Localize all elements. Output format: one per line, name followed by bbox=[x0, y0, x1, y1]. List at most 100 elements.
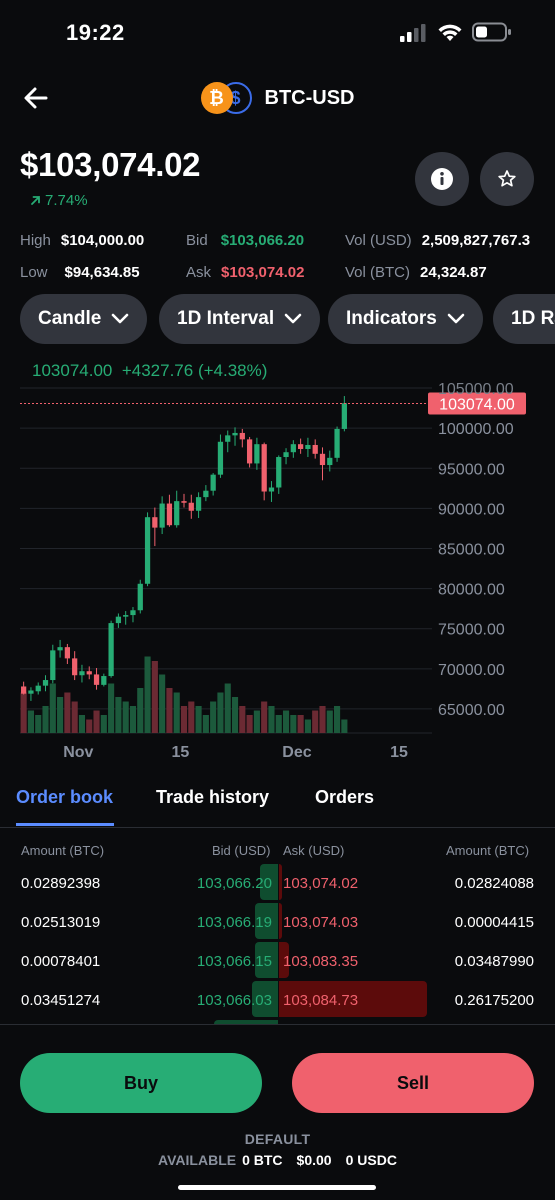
y-tick-label: 80000.00 bbox=[438, 582, 505, 599]
available-label: AVAILABLE bbox=[158, 1152, 237, 1168]
volume-bar bbox=[231, 697, 239, 733]
pair-title: ₿ $ BTC-USD bbox=[0, 82, 555, 114]
favorite-button[interactable] bbox=[480, 152, 534, 206]
candle-body bbox=[305, 444, 311, 449]
chip-indicators[interactable]: Indicators bbox=[328, 294, 483, 344]
order-row[interactable]: 0.02892398 103,066.20 103,074.02 0.02824… bbox=[0, 864, 555, 903]
stat-bid: Bid $103,066.20 bbox=[186, 232, 305, 249]
status-time: 19:22 bbox=[66, 20, 125, 45]
ask-price: 103,084.73 bbox=[283, 992, 359, 1009]
bid-price: 103,066.03 bbox=[196, 992, 272, 1009]
volume-bar bbox=[93, 710, 100, 733]
candle-body bbox=[159, 503, 165, 528]
order-row[interactable]: 0.03451274 103,066.03 103,084.73 0.26175… bbox=[0, 981, 555, 1020]
candle-body bbox=[137, 583, 143, 611]
price-chart[interactable]: 103074.00105000.00 100000.00 95000.00 90000… bbox=[0, 370, 555, 770]
volume-bar bbox=[35, 715, 42, 733]
tab-trade-history[interactable]: Trade history bbox=[156, 787, 269, 808]
info-button[interactable] bbox=[415, 152, 469, 206]
stat-vol-usd: Vol (USD) 2,509,827,767.3 bbox=[345, 232, 531, 249]
candle-body bbox=[64, 647, 71, 659]
candle-body bbox=[246, 439, 253, 464]
ask-amount: 0.00004415 bbox=[454, 914, 534, 931]
volume-bar bbox=[159, 674, 166, 733]
header-bid: Bid (USD) bbox=[212, 843, 271, 858]
bid-amount: 0.02892398 bbox=[21, 875, 101, 892]
stat-high: High $104,000.00 bbox=[20, 232, 145, 249]
pair-name: BTC-USD bbox=[264, 86, 355, 109]
ask-amount: 0.26175200 bbox=[454, 992, 534, 1009]
info-icon bbox=[431, 168, 453, 190]
header-amount-bid: Amount (BTC) bbox=[21, 843, 105, 858]
candle-body bbox=[225, 435, 231, 442]
y-tick-label: 85000.00 bbox=[438, 541, 505, 558]
candle-body bbox=[181, 501, 187, 503]
current-price: $103,074.02 bbox=[20, 146, 201, 183]
tab-orders[interactable]: Orders bbox=[315, 787, 374, 808]
volume-bar bbox=[188, 701, 195, 733]
header-ask: Ask (USD) bbox=[283, 843, 345, 858]
candle-body bbox=[21, 686, 27, 694]
volume-bar bbox=[115, 697, 122, 733]
x-tick-label: 15 bbox=[390, 744, 408, 761]
candle-body bbox=[93, 674, 100, 685]
balance-usd: $0.00 bbox=[296, 1152, 332, 1168]
bid-price: 103,066.15 bbox=[196, 953, 272, 970]
chip-interval[interactable]: 1D Interval bbox=[159, 294, 321, 344]
order-row[interactable]: 0.00078401 103,066.15 103,083.35 0.03487… bbox=[0, 942, 555, 981]
chip-range[interactable]: 1D Range bbox=[493, 294, 555, 344]
available-balances: AVAILABLE 0 BTC $0.00 0 USDC bbox=[0, 1152, 555, 1168]
volume-bar bbox=[326, 710, 333, 733]
tab-order-book[interactable]: Order book bbox=[16, 787, 113, 808]
trade-footer: Buy Sell DEFAULT AVAILABLE 0 BTC $0.00 0… bbox=[0, 1024, 555, 1200]
price-change: 7.74% bbox=[30, 192, 88, 209]
bid-amount: 0.03451274 bbox=[21, 992, 101, 1009]
volume-bar bbox=[108, 683, 115, 733]
candle-body bbox=[101, 676, 107, 685]
volume-bar bbox=[239, 706, 246, 733]
volume-bar bbox=[268, 706, 275, 733]
candle-body bbox=[79, 671, 85, 676]
bid-price: 103,066.20 bbox=[196, 875, 272, 892]
candle-body bbox=[327, 457, 333, 466]
stat-ask: Ask $103,074.02 bbox=[186, 264, 305, 281]
volume-bar bbox=[71, 701, 78, 733]
chevron-down-icon bbox=[284, 313, 302, 324]
candle-body bbox=[232, 432, 238, 436]
pair-icons: ₿ $ bbox=[200, 82, 252, 114]
status-bar: 19:22 bbox=[0, 0, 555, 66]
battery-icon bbox=[472, 22, 511, 42]
candle-body bbox=[239, 432, 245, 440]
buy-button[interactable]: Buy bbox=[20, 1053, 262, 1113]
wifi-icon bbox=[438, 24, 462, 41]
stat-low: Low $94,634.85 bbox=[20, 264, 140, 281]
volume-bar bbox=[319, 706, 326, 733]
volume-bar bbox=[129, 706, 137, 733]
y-tick-label: 105000.00 bbox=[438, 381, 514, 398]
candle-body bbox=[166, 503, 173, 526]
chart-options: Candle 1D Interval Indicators 1D Range bbox=[20, 294, 555, 344]
order-row[interactable]: 0.02513019 103,066.19 103,074.03 0.00004… bbox=[0, 903, 555, 942]
y-tick-label: 65000.00 bbox=[438, 702, 505, 719]
candle-body bbox=[35, 685, 41, 692]
candle-body bbox=[28, 690, 34, 694]
candle-body bbox=[130, 610, 136, 616]
candle-body bbox=[319, 453, 326, 466]
ask-depth-bar bbox=[279, 864, 282, 900]
price-change-value: 7.74% bbox=[45, 192, 88, 209]
y-tick-label: 100000.00 bbox=[438, 421, 514, 438]
volume-bar bbox=[334, 706, 341, 733]
sell-button[interactable]: Sell bbox=[292, 1053, 534, 1113]
volume-bar bbox=[64, 692, 71, 733]
volume-bar bbox=[78, 715, 86, 733]
bid-amount: 0.02513019 bbox=[21, 914, 101, 931]
volume-bar bbox=[27, 710, 34, 733]
bottom-tabs: Order book Trade history Orders bbox=[0, 778, 555, 828]
volume-bar bbox=[57, 697, 64, 733]
y-tick-label: 90000.00 bbox=[438, 501, 505, 518]
volume-bar bbox=[195, 706, 202, 733]
volume-bar bbox=[180, 706, 188, 733]
volume-bar bbox=[137, 688, 144, 733]
chip-chart-type[interactable]: Candle bbox=[20, 294, 148, 344]
volume-bar bbox=[49, 683, 56, 733]
